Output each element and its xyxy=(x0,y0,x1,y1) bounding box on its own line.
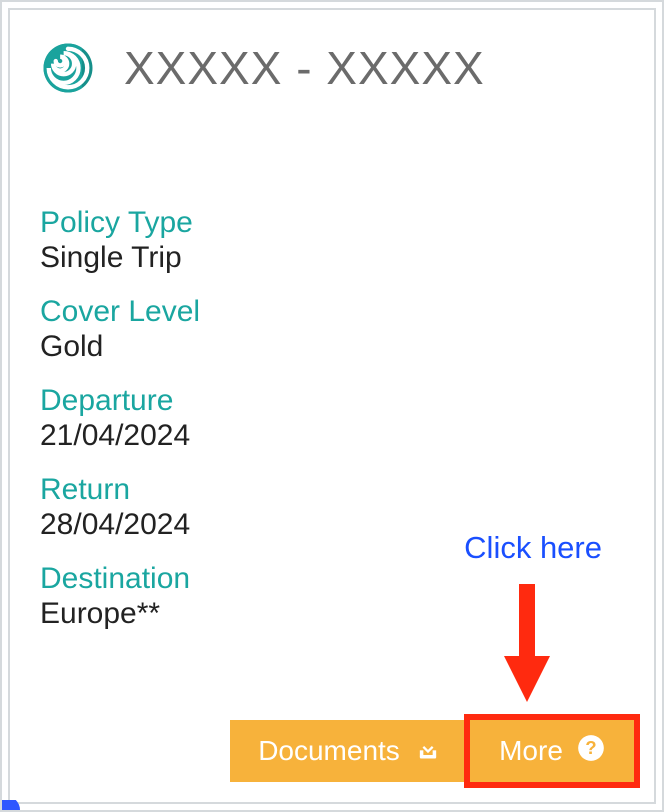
field-label: Departure xyxy=(40,384,624,419)
page-title: XXXXX - XXXXX xyxy=(124,41,485,95)
more-button-label: More xyxy=(499,735,563,767)
field-label: Return xyxy=(40,473,624,508)
documents-button[interactable]: Documents xyxy=(230,720,470,782)
card-actions: Documents More ? xyxy=(230,720,634,782)
annotation-click-here: Click here xyxy=(464,530,602,566)
field-policy-type: Policy Type Single Trip xyxy=(40,206,624,275)
field-label: Policy Type xyxy=(40,206,624,241)
field-value: Gold xyxy=(40,330,624,365)
field-value: 21/04/2024 xyxy=(40,419,624,454)
field-destination: Destination Europe** xyxy=(40,562,624,631)
svg-text:?: ? xyxy=(585,736,596,757)
field-value: Single Trip xyxy=(40,241,624,276)
help-circle-icon: ? xyxy=(577,734,605,769)
field-label: Cover Level xyxy=(40,295,624,330)
more-button[interactable]: More ? xyxy=(470,720,634,782)
brand-spiral-icon xyxy=(40,40,96,96)
policy-fields: Policy Type Single Trip Cover Level Gold… xyxy=(40,206,624,631)
policy-card: XXXXX - XXXXX Policy Type Single Trip Co… xyxy=(8,8,656,804)
documents-button-label: Documents xyxy=(258,735,400,767)
field-value: Europe** xyxy=(40,597,624,632)
field-cover-level: Cover Level Gold xyxy=(40,295,624,364)
field-label: Destination xyxy=(40,562,624,597)
outer-frame: XXXXX - XXXXX Policy Type Single Trip Co… xyxy=(0,0,664,812)
download-icon xyxy=(414,734,442,769)
field-departure: Departure 21/04/2024 xyxy=(40,384,624,453)
card-header: XXXXX - XXXXX xyxy=(40,40,624,96)
